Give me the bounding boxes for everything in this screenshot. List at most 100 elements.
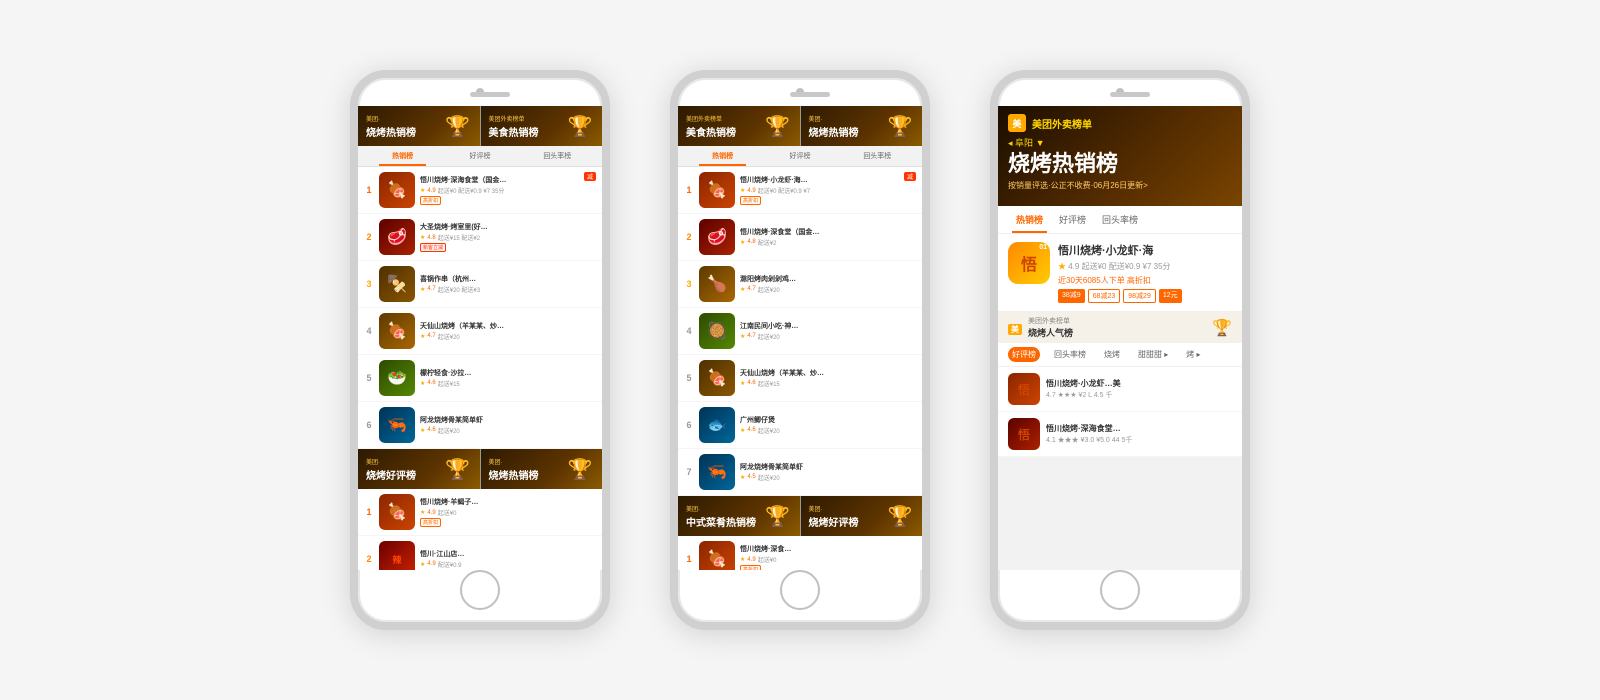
rest-name-p2-2: 悟川烧烤·深食堂（国金…: [740, 227, 916, 237]
rest-name-p2-5: 天仙山烧烤（羊某某、炒…: [740, 368, 916, 378]
rest-name-p2-6: 广州鲫仔煲: [740, 415, 916, 425]
rest-img-1: 🍖: [379, 172, 415, 208]
tab-hot-p2[interactable]: 热销榜: [684, 146, 761, 166]
list-item[interactable]: 2 🥩 大圣烧烤·烤室里(好… ★ 4.8 起送¥15 配送¥2 新客立减: [358, 214, 602, 261]
meituan-logo-detail: 美: [1008, 114, 1026, 132]
score-p2-5: 4.6: [747, 380, 755, 386]
list-item[interactable]: 1 🍖 悟川烧烤·深海食堂（国金… ★ 4.9 起送¥0 配送¥0.9 ¥7 3…: [358, 167, 602, 214]
del-p2-5: 起送¥15: [758, 379, 780, 388]
delivery-6: 起送¥20: [438, 426, 460, 435]
small-banner[interactable]: 美 美团外卖榜单 烧烤人气榜 🏆: [998, 312, 1242, 343]
star-icon-6: ★: [420, 427, 425, 434]
star-p2-1: ★: [740, 187, 745, 194]
small-meta-1: 4.7 ★★★ ¥2 L 4.5 千: [1046, 390, 1232, 400]
list-item[interactable]: 2 🥩 悟川烧烤·深食堂（国金… ★ 4.8 配送¥2: [678, 214, 922, 261]
rest-info-p2-7: 阿龙烧烤骨某简单虾 ★ 4.5 起送¥20: [740, 462, 916, 483]
banner-title-4: 烧烤热销榜: [489, 467, 567, 482]
tab-good-p2[interactable]: 好评榜: [761, 146, 838, 166]
score-p2-6: 4.6: [747, 427, 755, 433]
rest-img-p2-b1: 🍖: [699, 541, 735, 570]
list-item[interactable]: 悟 悟川烧烤·深海食堂… 4.1 ★★★ ¥3.0 ¥5.0 44 5千: [998, 412, 1242, 457]
rest-name-3: 喜锅作串（杭州…: [420, 274, 596, 284]
banner-cat-p2-4: 美团·: [809, 504, 887, 513]
sub-tab-sweet[interactable]: 甜甜甜 ▸: [1134, 347, 1172, 362]
list-item[interactable]: 5 🍖 天仙山烧烤（羊某某、炒… ★ 4.6 起送¥15: [678, 355, 922, 402]
main-title-detail: 烧烤热销榜: [1008, 152, 1232, 176]
small-name-1: 悟川烧烤·小龙虾…美: [1046, 378, 1232, 389]
banner-p2-chinese[interactable]: 美团· 中式菜肴热销榜 🏆: [678, 496, 800, 536]
star-icon-4: ★: [420, 333, 425, 340]
list-item[interactable]: 7 🦐 阿龙烧烤骨某简单虾 ★ 4.5 起送¥20: [678, 449, 922, 496]
list-item[interactable]: 3 🍗 滁阳烤肉剁剁鸡… ★ 4.7 起送¥20: [678, 261, 922, 308]
list-item[interactable]: 悟 悟川烧烤·小龙虾…美 4.7 ★★★ ¥2 L 4.5 千: [998, 367, 1242, 412]
rest-info-p2-1: 悟川烧烤·小龙虾·海… ★ 4.9 起送¥0 配送¥0.9 ¥7 高折扣: [740, 175, 899, 205]
star-p2-4: ★: [740, 333, 745, 340]
sub-tab-return[interactable]: 回头率榜: [1050, 347, 1090, 362]
delivery-2: 起送¥15 配送¥2: [438, 233, 480, 242]
list-item[interactable]: 2 辣 悟川·江山店… ★ 4.9 配送¥0.9: [358, 536, 602, 570]
small-info-2: 悟川烧烤·深海食堂… 4.1 ★★★ ¥3.0 ¥5.0 44 5千: [1046, 423, 1232, 445]
score-p2-1: 4.9: [747, 188, 755, 194]
rest-info-2: 大圣烧烤·烤室里(好… ★ 4.8 起送¥15 配送¥2 新客立减: [420, 222, 596, 252]
list-item[interactable]: 4 🥘 江南民间小吃·神… ★ 4.7 起送¥20: [678, 308, 922, 355]
banner-label: 美团外卖榜单: [1028, 316, 1206, 326]
list-item[interactable]: 6 🐟 广州鲫仔煲 ★ 4.6 起送¥20: [678, 402, 922, 449]
rest-info-s2: 悟川·江山店… ★ 4.9 配送¥0.9: [420, 549, 596, 570]
list-item[interactable]: 1 🍖 悟川烧烤·深食… ★ 4.9 起送¥0 高折扣: [678, 536, 922, 570]
rest-img-p2-5: 🍖: [699, 360, 735, 396]
double-banner-p2-1: 美团外卖榜单 美食热销榜 🏆 美团· 烧烤热销榜 🏆: [678, 106, 922, 146]
banner-bbq-hot[interactable]: 美团· 烧烤热销榜 🏆: [358, 106, 480, 146]
tab-good-detail[interactable]: 好评榜: [1051, 206, 1094, 233]
score-p2-b1: 4.9: [747, 557, 755, 563]
banner-left-4: 美团· 烧烤热销榜: [489, 457, 567, 482]
trophy-icon-4: 🏆: [566, 455, 594, 483]
restaurant-list-2: 1 🍖 悟川烧烤·羊蝎子… ★ 4.9 起送¥0 高折扣: [358, 489, 602, 570]
banner-bbq-good[interactable]: 美团· 烧烤好评榜 🏆: [358, 449, 480, 489]
list-item[interactable]: 6 🦐 阿龙烧烤骨某简单虾 ★ 4.6 起送¥20: [358, 402, 602, 449]
rest-name-1: 悟川烧烤·深海食堂（国金…: [420, 175, 579, 185]
banner-food-hot[interactable]: 美团外卖榜单 美食热销榜 🏆: [481, 106, 603, 146]
rest-rating-3: ★ 4.7 起送¥20 配送¥3: [420, 285, 596, 294]
tab-hot-detail[interactable]: 热销榜: [1008, 206, 1051, 233]
featured-rank-img: 悟 01: [1008, 242, 1050, 284]
rest-img-p2-7: 🦐: [699, 454, 735, 490]
subtitle-detail[interactable]: 按销量评选·公正不收费·06月26日更新 >: [1008, 180, 1232, 191]
featured-restaurant[interactable]: 悟 01 悟川烧烤·小龙虾·海 ★ 4.9 起送¥0 配送¥0.9 ¥7 35分…: [998, 234, 1242, 312]
banner-bbq-hot2[interactable]: 美团· 烧烤热销榜 🏆: [481, 449, 603, 489]
rank-s1: 1: [364, 507, 374, 517]
phone-screen-2: 美团外卖榜单 美食热销榜 🏆 美团· 烧烤热销榜 🏆 热销榜 好评榜 回: [678, 106, 922, 570]
rest-name-p2-4: 江南民间小吃·神…: [740, 321, 916, 331]
rank-5: 5: [364, 373, 374, 383]
list-item[interactable]: 1 🍖 悟川烧烤·羊蝎子… ★ 4.9 起送¥0 高折扣: [358, 489, 602, 536]
del-p2-7: 起送¥20: [758, 473, 780, 482]
list-item[interactable]: 4 🍖 天仙山烧烤（羊某某、炒… ★ 4.7 起送¥20: [358, 308, 602, 355]
featured-tag-2: 68减23: [1088, 289, 1121, 303]
logo-char: 美: [1012, 117, 1021, 130]
rank-p2-b1: 1: [684, 554, 694, 564]
list-item[interactable]: 1 🍖 悟川烧烤·小龙虾·海… ★ 4.9 起送¥0 配送¥0.9 ¥7 高折扣: [678, 167, 922, 214]
banner-title-3: 烧烤好评榜: [366, 467, 444, 482]
city-detail[interactable]: ◂ 阜阳 ▼: [1008, 136, 1232, 149]
app-name-detail: 美团外卖榜单: [1032, 116, 1092, 131]
rank-2: 2: [364, 232, 374, 242]
list-item[interactable]: 3 🍢 喜锅作串（杭州… ★ 4.7 起送¥20 配送¥3: [358, 261, 602, 308]
tab-row-1: 热销榜 好评榜 回头率榜: [358, 146, 602, 167]
rest-img-4: 🍖: [379, 313, 415, 349]
banner-title-small: 烧烤人气榜: [1028, 326, 1206, 339]
banner-title-p2-4: 烧烤好评榜: [809, 514, 887, 529]
banner-p2-bbq-good[interactable]: 美团· 烧烤好评榜 🏆: [801, 496, 923, 536]
delivery-1: 起送¥0 配送¥0.9 ¥7 35分: [438, 186, 505, 195]
score-5: 4.6: [427, 380, 435, 386]
banner-content: 美团外卖榜单 烧烤人气榜: [1028, 316, 1206, 339]
tab-good-1[interactable]: 好评榜: [441, 146, 518, 166]
tab-hot-1[interactable]: 热销榜: [364, 146, 441, 166]
banner-p2-bbq[interactable]: 美团· 烧烤热销榜 🏆: [801, 106, 923, 146]
list-item[interactable]: 5 🥗 檬柠轻食·沙拉… ★ 4.6 起送¥15: [358, 355, 602, 402]
tab-return-p2[interactable]: 回头率榜: [839, 146, 916, 166]
banner-p2-food[interactable]: 美团外卖榜单 美食热销榜 🏆: [678, 106, 800, 146]
sub-tab-roast[interactable]: 烤 ▸: [1182, 347, 1204, 362]
sub-tab-bbq[interactable]: 烧烤: [1100, 347, 1124, 362]
sub-tab-good[interactable]: 好评榜: [1008, 347, 1040, 362]
tab-return-detail[interactable]: 回头率榜: [1094, 206, 1146, 233]
tab-return-1[interactable]: 回头率榜: [519, 146, 596, 166]
